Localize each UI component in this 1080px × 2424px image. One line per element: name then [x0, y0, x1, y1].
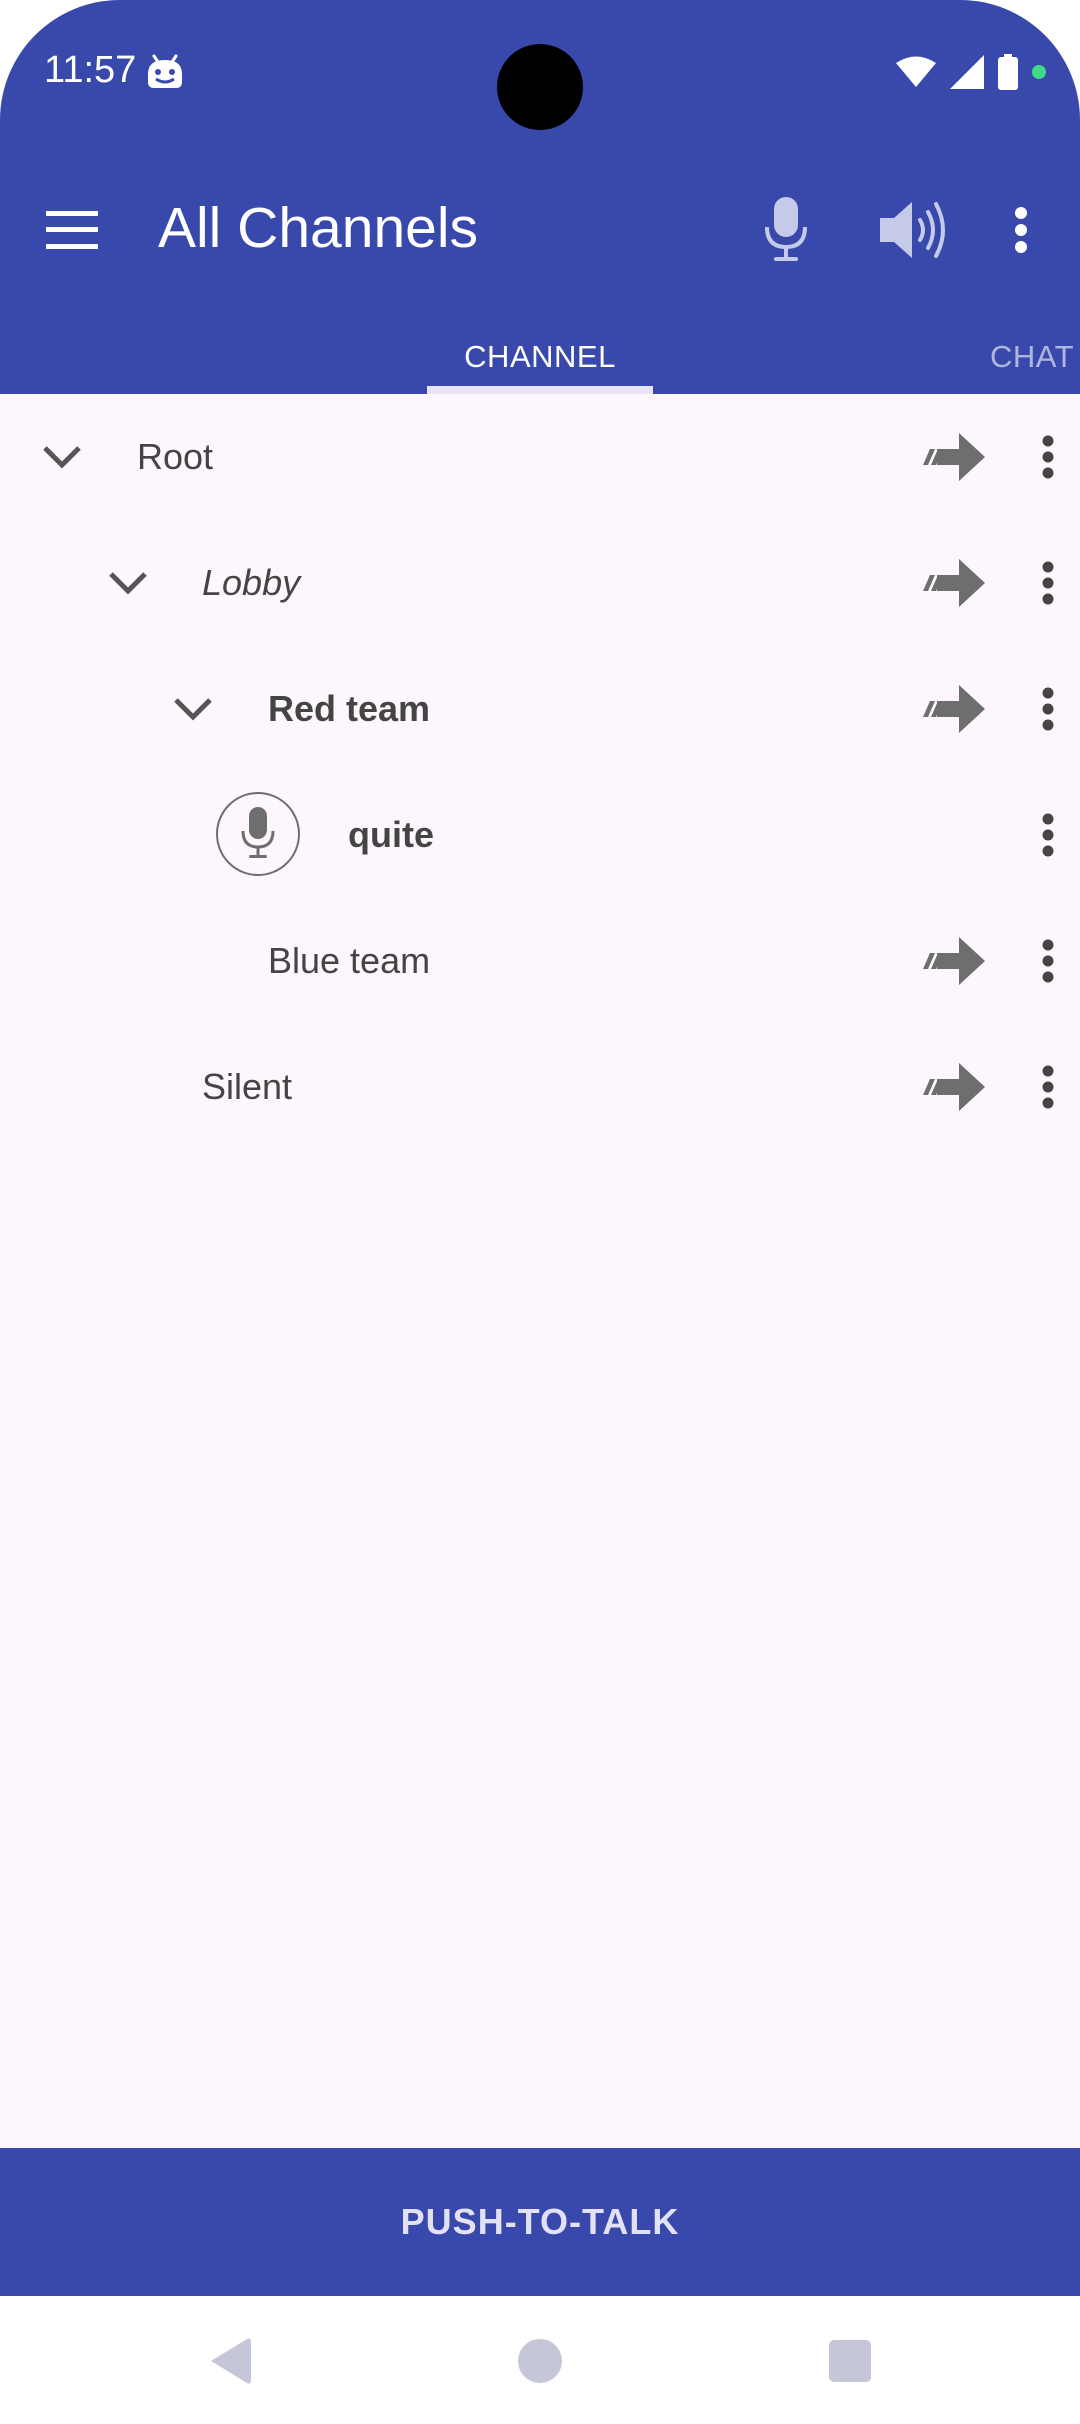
join-arrow-icon: [923, 559, 985, 607]
overflow-menu-button[interactable]: [976, 184, 1066, 276]
more-vertical-icon: [1042, 1065, 1054, 1109]
join-channel-button[interactable]: [916, 923, 992, 999]
join-arrow-icon: [923, 433, 985, 481]
home-circle-icon: [518, 2339, 562, 2383]
microphone-toggle-button[interactable]: [740, 184, 832, 276]
user-more-button[interactable]: [1018, 797, 1078, 873]
push-to-talk-button[interactable]: PUSH-TO-TALK: [0, 2148, 1080, 2296]
chevron-down-icon: [43, 446, 81, 469]
battery-icon: [998, 54, 1018, 90]
channel-label: Lobby: [202, 562, 301, 603]
user-row-quite[interactable]: quite: [0, 772, 1080, 898]
more-vertical-icon: [1042, 813, 1054, 857]
android-debug-icon: [148, 54, 182, 88]
expand-toggle[interactable]: [98, 553, 158, 613]
more-vertical-icon: [1042, 561, 1054, 605]
cell-signal-icon: [950, 55, 984, 89]
nav-back-button[interactable]: [194, 2326, 264, 2396]
channel-row-silent[interactable]: Silent: [0, 1024, 1080, 1150]
system-navigation-bar: [0, 2296, 1080, 2424]
channel-more-button[interactable]: [1018, 923, 1078, 999]
channel-more-button[interactable]: [1018, 671, 1078, 747]
channel-row-lobby[interactable]: Lobby: [0, 520, 1080, 646]
user-talk-state-avatar: [216, 792, 300, 876]
page-title: All Channels: [158, 196, 479, 260]
more-vertical-icon: [1042, 939, 1054, 983]
nav-recents-button[interactable]: [815, 2326, 885, 2396]
more-vertical-icon: [1042, 687, 1054, 731]
app-bar: 11:57 All Channels CHANNEL CHAT: [0, 0, 1080, 394]
more-vertical-icon: [1042, 435, 1054, 479]
nav-home-button[interactable]: [505, 2326, 575, 2396]
channel-label: Root: [137, 436, 214, 477]
join-arrow-icon: [923, 937, 985, 985]
expand-toggle[interactable]: [32, 427, 92, 487]
join-channel-button[interactable]: [916, 545, 992, 621]
speaker-volume-icon: [880, 202, 945, 258]
join-arrow-icon: [923, 1063, 985, 1111]
join-arrow-icon: [923, 685, 985, 733]
channel-label: Red team: [268, 688, 431, 729]
channel-more-button[interactable]: [1018, 1049, 1078, 1125]
join-channel-button[interactable]: [916, 419, 992, 495]
channel-row-root[interactable]: Root: [0, 394, 1080, 520]
join-channel-button[interactable]: [916, 1049, 992, 1125]
channel-more-button[interactable]: [1018, 419, 1078, 495]
chevron-down-icon: [174, 698, 212, 721]
back-triangle-icon: [211, 2338, 251, 2384]
channel-row-blue-team[interactable]: Blue team: [0, 898, 1080, 1024]
user-label: quite: [348, 814, 434, 855]
status-time: 11:57: [44, 49, 137, 91]
channel-label: Silent: [202, 1066, 293, 1107]
privacy-indicator-dot: [1032, 65, 1046, 79]
chevron-down-icon: [109, 572, 147, 595]
hamburger-menu-icon: [46, 211, 98, 249]
channel-more-button[interactable]: [1018, 545, 1078, 621]
expand-toggle[interactable]: [163, 679, 223, 739]
channel-label: Blue team: [268, 940, 431, 981]
camera-cutout: [497, 44, 583, 130]
channel-row-red-team[interactable]: Red team: [0, 646, 1080, 772]
join-channel-button[interactable]: [916, 671, 992, 747]
microphone-icon: [241, 807, 275, 858]
status-icons: [896, 52, 1046, 92]
speaker-toggle-button[interactable]: [866, 184, 958, 276]
navigation-drawer-button[interactable]: [28, 186, 116, 274]
more-vertical-icon: [1015, 207, 1027, 253]
recents-square-icon: [829, 2340, 871, 2382]
phone-screen: 11:57 All Channels CHANNEL CHAT Root Lob…: [0, 0, 1080, 2424]
wifi-icon: [896, 56, 936, 87]
microphone-icon: [765, 197, 807, 261]
tab-channel[interactable]: CHANNEL: [427, 332, 653, 394]
tab-indicator: [427, 386, 653, 394]
tab-chat[interactable]: CHAT: [990, 332, 1080, 394]
